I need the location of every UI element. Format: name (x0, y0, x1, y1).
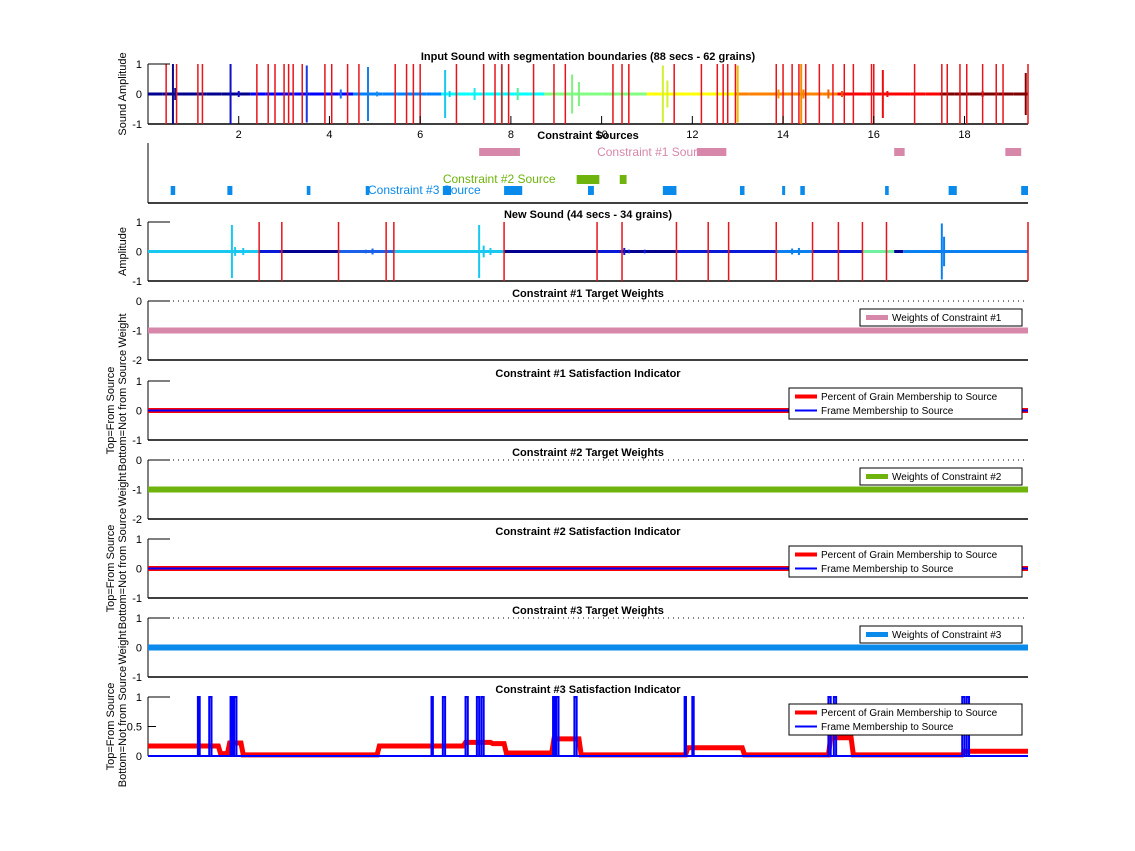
source-annotation: Constraint #3 Source (368, 183, 481, 197)
source-interval (504, 186, 523, 195)
c1-target-title: Constraint #1 Target Weights (512, 288, 664, 300)
legend: Percent of Grain Membership to Source Fra… (788, 545, 1023, 578)
c2-target-title: Constraint #2 Target Weights (512, 447, 664, 459)
legend-label: Weights of Constraint #2 (892, 472, 1002, 483)
source-interval (576, 175, 600, 184)
legend: Weights of Constraint #3 (859, 625, 1023, 644)
legend: Percent of Grain Membership to Source Fra… (788, 387, 1023, 420)
y-axis-label: Bottom=Not from Source (117, 666, 129, 787)
source-interval (894, 148, 905, 156)
source-interval (782, 186, 786, 195)
y-tick-label: 1 (136, 376, 142, 388)
y-tick-label: -1 (132, 593, 142, 605)
legend-label: Weights of Constraint #1 (892, 313, 1002, 324)
new-sound-title: New Sound (44 secs - 34 grains) (504, 209, 672, 221)
legend-label: Weights of Constraint #3 (892, 630, 1002, 641)
legend-label: Percent of Grain Membership to Source (821, 550, 998, 561)
source-interval (306, 186, 311, 195)
source-interval (885, 186, 889, 195)
y-tick-label: 0 (136, 455, 142, 467)
c3-satisfaction-axes: Constraint #3 Satisfaction Indicator00.5… (105, 666, 1028, 787)
x-tick-label: 14 (777, 129, 789, 141)
source-interval (739, 186, 745, 195)
c1-satisfaction-title: Constraint #1 Satisfaction Indicator (495, 368, 681, 380)
input-sound-title: Input Sound with segmentation boundaries… (421, 51, 756, 63)
x-tick-label: 18 (958, 129, 970, 141)
y-tick-label: -1 (132, 435, 142, 447)
source-interval (662, 186, 677, 195)
y-tick-label: -1 (132, 276, 142, 288)
legend: Weights of Constraint #2 (859, 467, 1023, 486)
y-tick-label: -2 (132, 355, 142, 367)
y-tick-label: 0 (136, 247, 142, 259)
new-sound-axes: New Sound (44 secs - 34 grains) -1 0 1 Ampli… (117, 209, 1029, 288)
y-tick-label: 1 (136, 613, 142, 625)
source-interval (227, 186, 233, 195)
y-tick-label: 0 (136, 564, 142, 576)
y-tick-label: 1 (136, 692, 142, 704)
y-tick-label: 0 (136, 751, 142, 763)
y-tick-label: -1 (132, 326, 142, 338)
source-interval (588, 186, 594, 195)
source-interval (800, 186, 805, 195)
source-annotation: Constraint #1 Source (597, 145, 710, 159)
y-tick-label: -1 (132, 485, 142, 497)
constraint-sources-axes: Constraint Sources Constraint #1 Source Co… (147, 130, 1028, 204)
c1-target-axes: Constraint #1 Target Weights -2 -1 0 Weight W… (117, 288, 1028, 367)
y-axis-label: Weight (117, 472, 129, 506)
legend-label: Frame Membership to Source (821, 722, 954, 733)
legend: Percent of Grain Membership to Source Fra… (788, 703, 1023, 736)
constraint-sources-title: Constraint Sources (537, 130, 638, 142)
source-interval (1021, 186, 1028, 195)
x-tick-label: 8 (508, 129, 514, 141)
source-interval (479, 148, 520, 156)
grain-membership-line (148, 735, 1028, 758)
x-tick-label: 4 (326, 129, 332, 141)
y-axis-label: Sound Amplitude (117, 52, 129, 135)
c2-satisfaction-title: Constraint #2 Satisfaction Indicator (495, 526, 681, 538)
y-tick-label: -1 (132, 672, 142, 684)
x-tick-label: 2 (236, 129, 242, 141)
source-interval (170, 186, 176, 195)
y-axis-label: Top=From Source (105, 525, 117, 613)
y-axis-label: Bottom=Not from Source (117, 350, 129, 471)
legend: Weights of Constraint #1 (859, 308, 1023, 327)
y-axis-label: Top=From Source (105, 683, 117, 771)
y-tick-label: 0 (136, 89, 142, 101)
y-tick-label: 1 (136, 217, 142, 229)
x-tick-label: 6 (417, 129, 423, 141)
y-axis-label: Weight (117, 630, 129, 664)
c3-target-axes: Constraint #3 Target Weights -1 0 1 Weight We… (117, 605, 1028, 684)
c2-target-axes: Constraint #2 Target Weights -2 -1 0 Weight W… (117, 447, 1028, 526)
y-tick-label: 1 (136, 534, 142, 546)
legend-label: Percent of Grain Membership to Source (821, 708, 998, 719)
y-axis-label: Amplitude (117, 227, 129, 276)
legend-label: Frame Membership to Source (821, 406, 954, 417)
y-axis-label: Weight (117, 313, 129, 347)
y-tick-label: 0 (136, 643, 142, 655)
y-tick-label: -2 (132, 514, 142, 526)
c3-satisfaction-title: Constraint #3 Satisfaction Indicator (495, 684, 681, 696)
figure: Input Sound with segmentation boundaries… (105, 51, 1029, 787)
y-axis-label: Top=From Source (105, 367, 117, 455)
y-tick-label: 1 (136, 59, 142, 71)
source-interval (619, 175, 627, 184)
source-interval (948, 186, 957, 195)
y-tick-label: -1 (132, 119, 142, 131)
legend-label: Percent of Grain Membership to Source (821, 392, 998, 403)
c3-target-title: Constraint #3 Target Weights (512, 605, 664, 617)
legend-label: Frame Membership to Source (821, 564, 954, 575)
input-sound-axes: Input Sound with segmentation boundaries… (117, 51, 1029, 141)
x-tick-label: 12 (686, 129, 698, 141)
source-interval (1005, 148, 1022, 156)
y-tick-label: 0 (136, 296, 142, 308)
y-tick-label: 0 (136, 406, 142, 418)
x-tick-label: 16 (868, 129, 880, 141)
y-axis-label: Bottom=Not from Source (117, 508, 129, 629)
